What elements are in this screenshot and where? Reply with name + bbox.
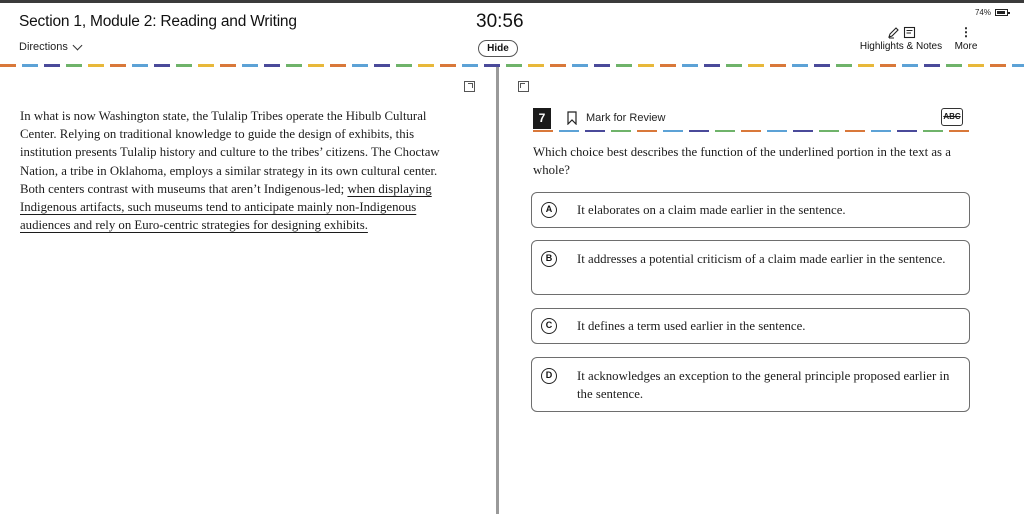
device-status: 74% bbox=[974, 8, 1010, 17]
choice-letter-a: A bbox=[541, 202, 557, 218]
hide-timer-button[interactable]: Hide bbox=[478, 40, 518, 57]
highlights-notes-button[interactable]: Highlights & Notes bbox=[858, 25, 944, 52]
chevron-down-icon bbox=[72, 40, 83, 50]
directions-toggle[interactable]: Directions bbox=[19, 40, 83, 53]
answer-choice-c[interactable]: C It defines a term used earlier in the … bbox=[531, 308, 970, 344]
question-header: 7 Mark for Review ABC bbox=[533, 108, 971, 130]
choice-letter-b: B bbox=[541, 251, 557, 267]
mark-for-review-label[interactable]: Mark for Review bbox=[586, 112, 665, 124]
choice-letter-c: C bbox=[541, 318, 557, 334]
pencil-icon bbox=[887, 26, 899, 38]
choice-text-a: It elaborates on a claim made earlier in… bbox=[577, 203, 846, 217]
more-label: More bbox=[954, 41, 978, 52]
choice-text-c: It defines a term used earlier in the se… bbox=[577, 319, 806, 333]
question-prompt: Which choice best describes the function… bbox=[533, 145, 951, 177]
test-header: Section 1, Module 2: Reading and Writing… bbox=[0, 3, 1024, 61]
directions-label: Directions bbox=[19, 41, 68, 53]
more-vertical-icon: ⋮ bbox=[960, 25, 972, 39]
passage-text: In what is now Washington state, the Tul… bbox=[20, 107, 460, 234]
question-number: 7 bbox=[533, 108, 551, 129]
expand-question-icon[interactable] bbox=[518, 81, 529, 92]
note-icon bbox=[903, 26, 915, 38]
battery-icon bbox=[995, 9, 1010, 16]
highlights-notes-label: Highlights & Notes bbox=[859, 41, 943, 52]
choice-letter-d: D bbox=[541, 368, 557, 384]
answer-choice-b[interactable]: B It addresses a potential criticism of … bbox=[531, 240, 970, 295]
answer-eliminator-button[interactable]: ABC bbox=[941, 108, 963, 126]
countdown-timer: 30:56 bbox=[476, 11, 524, 32]
answer-choice-d[interactable]: D It acknowledges an exception to the ge… bbox=[531, 357, 970, 412]
battery-percent: 74% bbox=[974, 8, 991, 17]
header-divider bbox=[0, 64, 1024, 67]
choice-text-d: It acknowledges an exception to the gene… bbox=[577, 369, 950, 401]
question-header-divider bbox=[533, 130, 971, 132]
answer-choice-a[interactable]: A It elaborates on a claim made earlier … bbox=[531, 192, 970, 228]
pane-divider[interactable] bbox=[496, 67, 499, 514]
more-button[interactable]: ⋮ More bbox=[950, 25, 982, 52]
expand-passage-icon[interactable] bbox=[464, 81, 475, 92]
section-title: Section 1, Module 2: Reading and Writing bbox=[19, 13, 297, 30]
bookmark-icon[interactable] bbox=[567, 111, 577, 125]
choice-text-b: It addresses a potential criticism of a … bbox=[577, 252, 946, 266]
